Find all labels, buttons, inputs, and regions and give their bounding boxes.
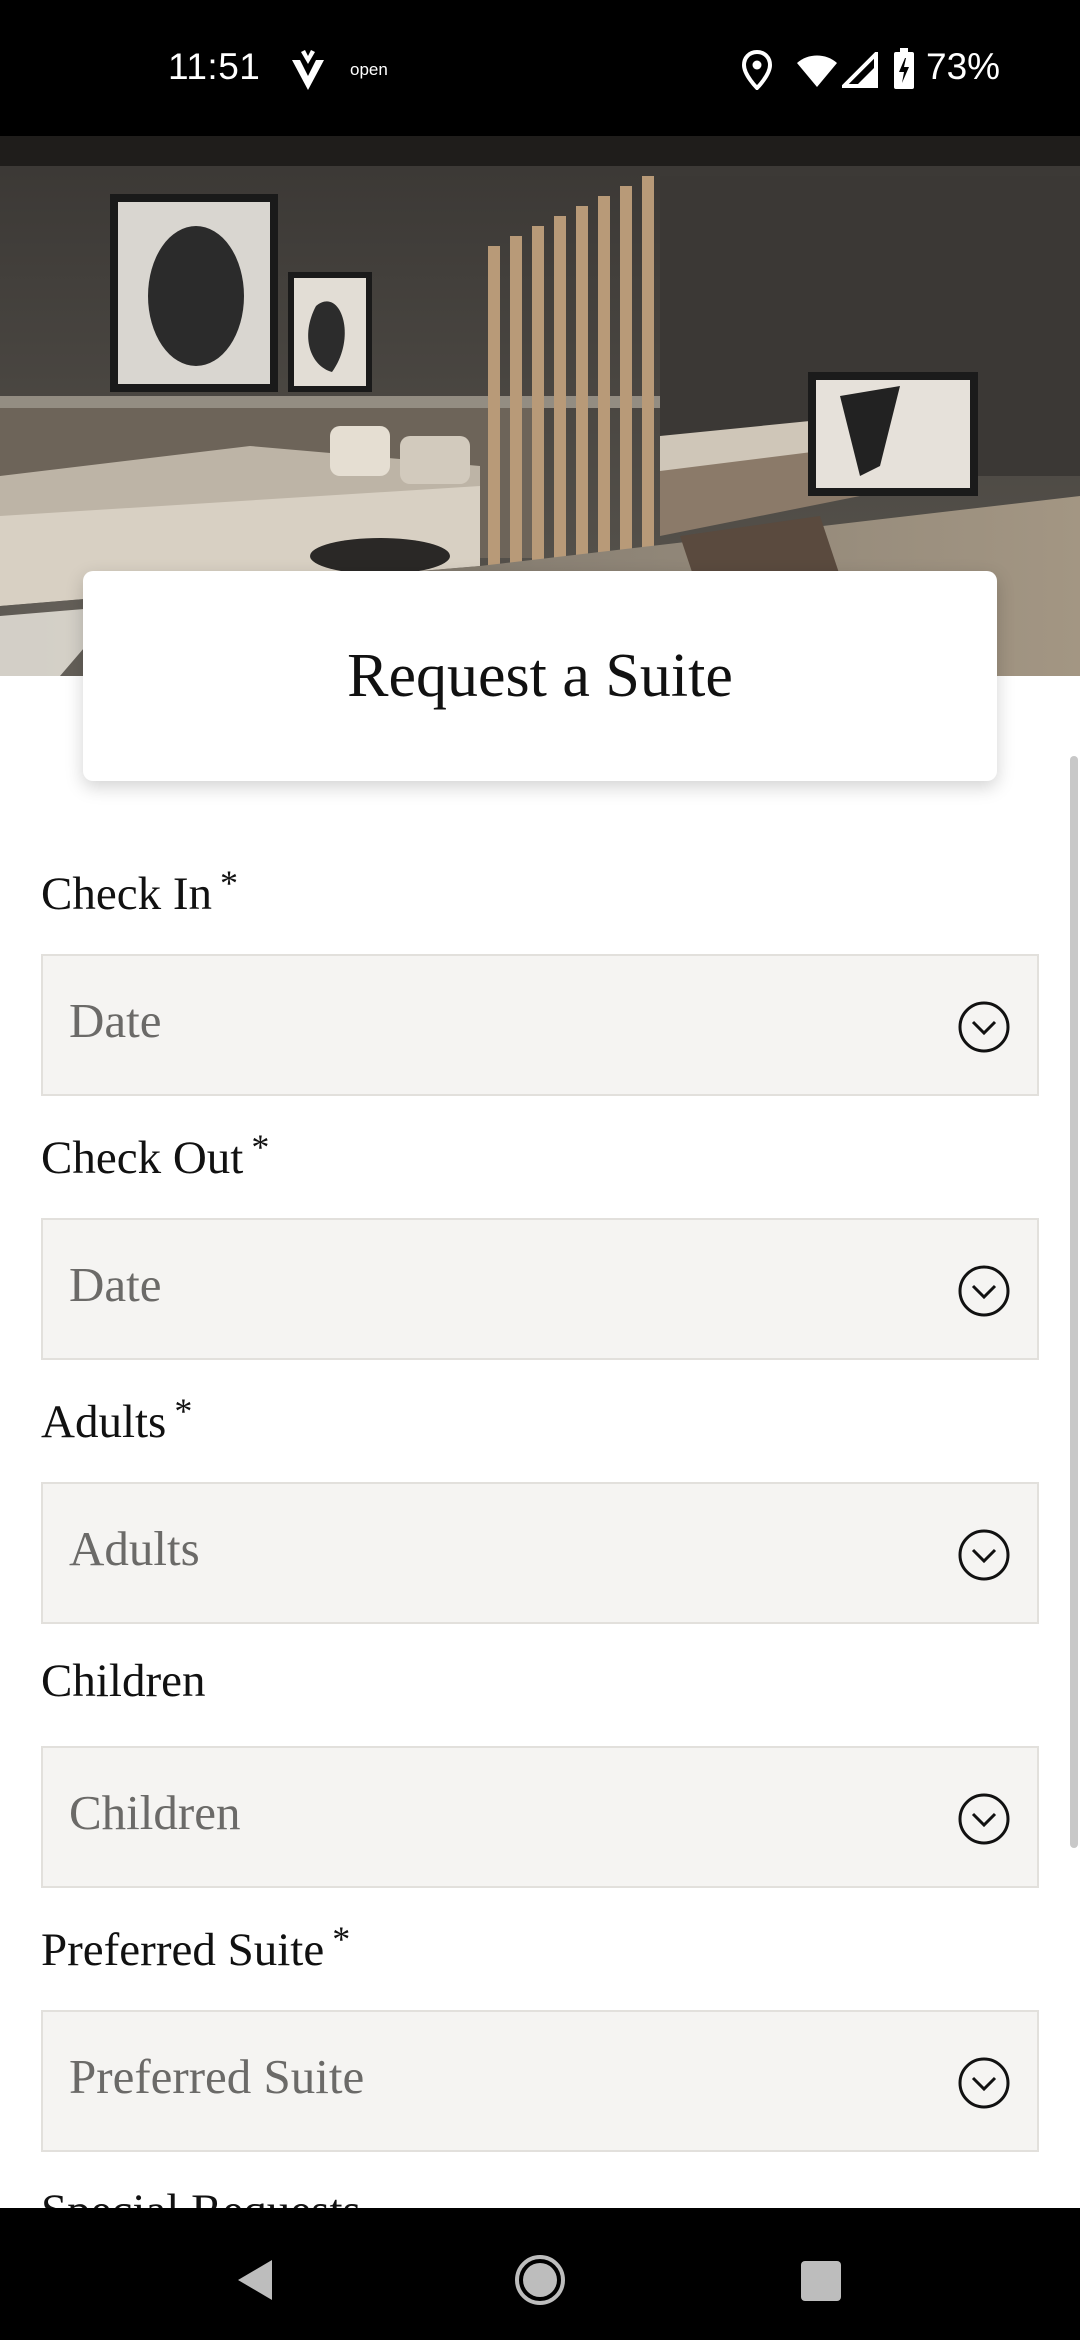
children-label: Children <box>41 1654 205 1708</box>
children-label-text: Children <box>41 1655 206 1707</box>
check-out-placeholder: Date <box>69 1257 162 1312</box>
adults-label: Adults * <box>41 1390 192 1449</box>
check-out-label: Check Out * <box>41 1126 269 1185</box>
system-nav-bar <box>0 2208 1080 2340</box>
wifi-icon <box>797 55 837 87</box>
required-mark: * <box>219 863 238 903</box>
chevron-down-icon <box>958 1001 1010 1053</box>
preferred-suite-placeholder: Preferred Suite <box>69 2049 365 2104</box>
title-card: Request a Suite <box>83 571 997 781</box>
required-mark: * <box>174 1391 193 1431</box>
chevron-down-icon <box>958 2057 1010 2109</box>
adults-label-text: Adults <box>41 1396 167 1448</box>
battery-percent: 73% <box>926 46 1001 87</box>
status-app-label: open <box>350 60 388 79</box>
check-in-label: Check In * <box>41 862 238 921</box>
check-in-select[interactable]: Date <box>41 954 1039 1096</box>
status-bar: 11:51 open 73% <box>0 0 1080 136</box>
check-out-label-text: Check Out <box>41 1132 244 1184</box>
recents-icon[interactable] <box>800 2260 842 2302</box>
signal-icon <box>842 52 878 88</box>
preferred-suite-label: Preferred Suite * <box>41 1918 350 1977</box>
app-logo-icon <box>292 50 324 90</box>
home-icon[interactable] <box>514 2254 566 2306</box>
children-placeholder: Children <box>69 1785 241 1840</box>
check-out-select[interactable]: Date <box>41 1218 1039 1360</box>
check-in-placeholder: Date <box>69 993 162 1048</box>
location-icon <box>742 50 772 90</box>
required-mark: * <box>332 1919 351 1959</box>
chevron-down-icon <box>958 1529 1010 1581</box>
page-title: Request a Suite <box>347 641 733 710</box>
chevron-down-icon <box>958 1793 1010 1845</box>
battery-charging-icon <box>894 48 914 89</box>
check-in-label-text: Check In <box>41 868 212 920</box>
chevron-down-icon <box>958 1265 1010 1317</box>
scrollbar[interactable] <box>1070 756 1078 1848</box>
children-select[interactable]: Children <box>41 1746 1039 1888</box>
back-icon[interactable] <box>232 2256 276 2304</box>
required-mark: * <box>251 1127 270 1167</box>
preferred-suite-select[interactable]: Preferred Suite <box>41 2010 1039 2152</box>
adults-placeholder: Adults <box>69 1521 200 1576</box>
preferred-suite-label-text: Preferred Suite <box>41 1924 325 1976</box>
adults-select[interactable]: Adults <box>41 1482 1039 1624</box>
status-time: 11:51 <box>168 46 261 87</box>
